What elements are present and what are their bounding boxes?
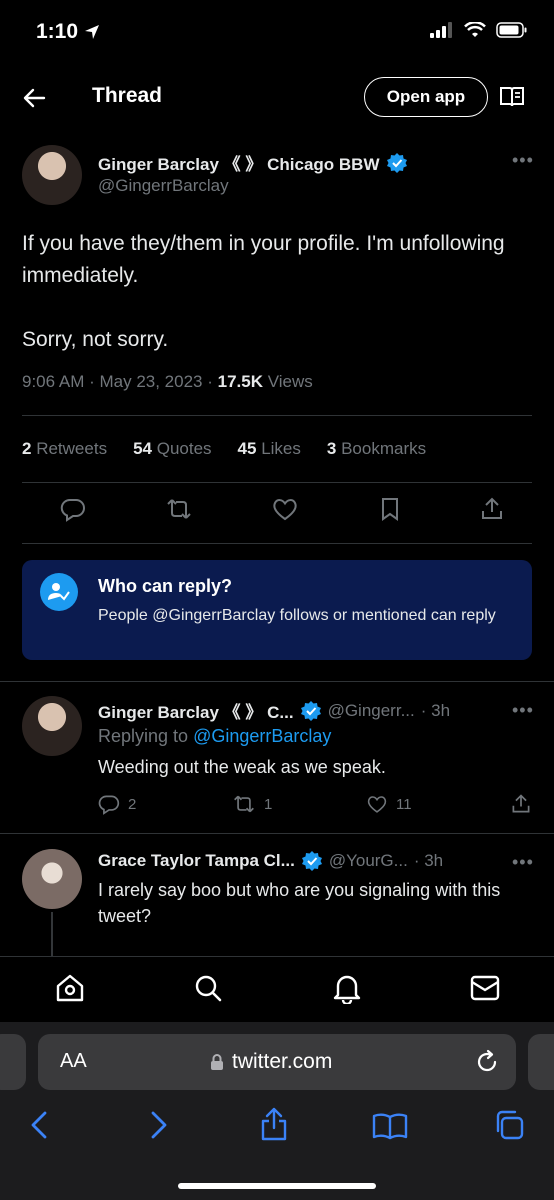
more-options-icon[interactable]: ••• [512,150,534,171]
more-options-icon[interactable]: ••• [512,700,534,721]
reply-text-line: I rarely say boo but who are you signali… [98,880,501,900]
thread-connector-line [51,912,53,956]
tweet-text-line: If you have they/them in your profile. I… [22,232,505,255]
status-bar-time: 1:10 [36,20,100,44]
reply-text-line: tweet? [98,906,152,926]
url-text[interactable]: twitter.com [232,1050,332,1074]
share-icon[interactable] [480,496,504,522]
like-heart-icon[interactable] [271,496,299,522]
replying-to-prefix: Replying to [98,726,194,746]
views-label: Views [262,372,313,391]
divider [22,482,532,483]
reply-author-row[interactable]: Ginger Barclay 《 》 C... @Gingerr... · 3h [98,698,450,723]
next-tab-peek[interactable] [528,1034,554,1090]
url-field[interactable]: twitter.com [210,1050,332,1074]
reply-like-action[interactable]: 11 [366,793,412,815]
page-title: Thread [92,84,163,107]
reply-icon[interactable] [60,496,86,522]
retweet-icon [234,795,254,813]
reply-avatar[interactable] [22,696,82,756]
search-icon[interactable] [193,973,223,1003]
more-options-icon[interactable]: ••• [512,852,534,873]
author-name[interactable]: Ginger Barclay 《 》 Chicago BBW [98,150,380,175]
author-handle[interactable]: @GingerrBarclay [98,176,229,196]
like-heart-icon [367,796,387,813]
views-count: 17.5K [217,372,263,391]
retweets-stat[interactable]: 2 Retweets [22,439,107,459]
previous-tab-peek[interactable] [0,1034,26,1090]
reply-author-name[interactable]: Ginger Barclay 《 》 C... [98,698,294,723]
who-can-reply-icon [40,573,78,611]
home-indicator[interactable] [178,1183,376,1189]
tweet-timestamp[interactable]: 9:06 AM · May 23, 2023 · 17.5K Views [22,372,313,392]
verified-badge-icon [300,700,321,721]
reply-count: 2 [128,795,137,813]
divider [22,543,532,544]
messages-mail-icon[interactable] [470,974,500,1002]
back-arrow-icon[interactable] [20,84,48,112]
divider [0,681,554,682]
browser-share-icon[interactable] [259,1106,289,1142]
reload-icon[interactable] [474,1049,500,1075]
location-arrow-icon [85,25,100,39]
like-count: 11 [396,795,412,813]
replying-to: Replying to @GingerrBarclay [98,726,331,747]
open-app-button[interactable]: Open app [364,77,488,117]
wifi-icon [464,22,486,37]
divider [0,833,554,834]
tweet-text-line: immediately. [22,264,139,287]
text-size-button[interactable]: AA [60,1050,87,1073]
tweet-action-bar [22,496,532,522]
author-name-row[interactable]: Ginger Barclay 《 》 Chicago BBW [98,150,408,175]
reader-mode-icon[interactable] [499,85,525,109]
retweet-icon[interactable] [165,496,193,522]
reply-text: I rarely say boo but who are you signali… [98,877,538,929]
reply-avatar[interactable] [22,849,82,909]
status-icons [430,22,528,38]
replying-to-link[interactable]: @GingerrBarclay [193,726,331,746]
reply-retweet-action[interactable]: 1 [232,793,302,815]
quotes-stat[interactable]: 54 Quotes [133,439,211,459]
verified-badge-icon [386,152,407,173]
notifications-bell-icon[interactable] [332,972,362,1004]
verified-badge-icon [301,851,322,871]
who-can-reply-description: People @GingerrBarclay follows or mentio… [98,607,496,624]
reply-author-handle[interactable]: @YourG... [329,851,408,871]
reply-icon [98,795,120,815]
clock-text: 1:10 [36,20,79,43]
signal-icon [430,22,452,38]
reply-author-row[interactable]: Grace Taylor Tampa Cl... @YourG... · 3h [98,850,443,872]
bookmark-icon[interactable] [378,496,402,522]
bookmarks-book-icon[interactable] [372,1112,408,1140]
bookmarks-stat[interactable]: 3 Bookmarks [327,439,426,459]
home-icon[interactable] [55,973,85,1003]
tabs-icon[interactable] [493,1109,525,1141]
reply-time: · 3h [420,700,451,720]
who-can-reply-title: Who can reply? [98,576,233,596]
browser-forward-icon[interactable] [146,1110,170,1140]
reply-author-name[interactable]: Grace Taylor Tampa Cl... [98,851,295,871]
reply-comment-action[interactable]: 2 [98,793,168,815]
tweet-time[interactable]: 9:06 AM · May 23, 2023 · [22,372,218,391]
divider [22,415,532,416]
share-icon[interactable] [510,793,532,815]
retweet-count: 1 [264,795,273,813]
tweet-text-line: Sorry, not sorry. [22,328,169,351]
tweet-stats: 2 Retweets 54 Quotes 45 Likes 3 Bookmark… [22,439,426,459]
reply-time: · 3h [413,851,444,870]
battery-icon [496,22,527,38]
lock-icon [211,1054,223,1070]
reply-action-bar: 2 1 11 [98,793,532,815]
likes-stat[interactable]: 45 Likes [238,439,301,459]
browser-back-icon[interactable] [28,1110,52,1140]
tweet-text: If you have they/them in your profile. I… [22,228,542,356]
reply-author-handle[interactable]: @Gingerr... [328,701,415,721]
author-avatar[interactable] [22,145,82,205]
reply-text: Weeding out the weak as we speak. [98,757,386,777]
